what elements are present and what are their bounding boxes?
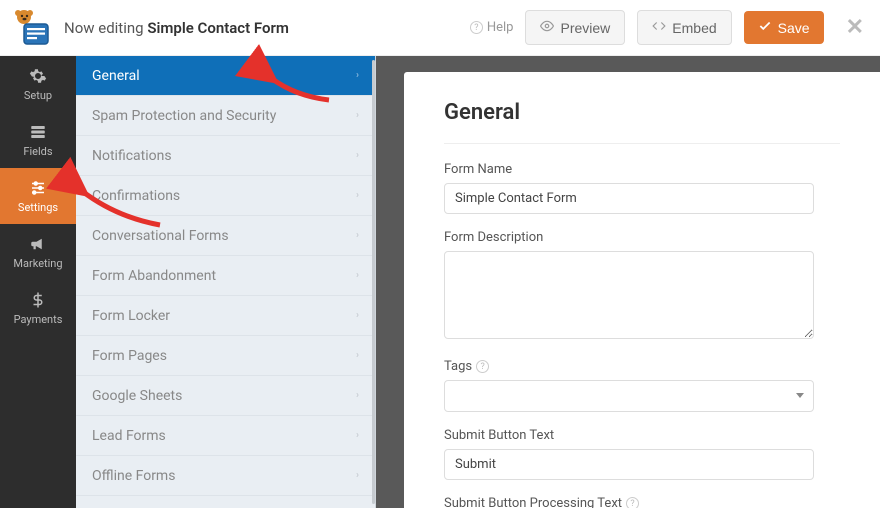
code-icon bbox=[652, 19, 666, 36]
chevron-right-icon: › bbox=[356, 110, 359, 121]
chevron-right-icon: › bbox=[356, 230, 359, 241]
save-button[interactable]: Save bbox=[744, 11, 824, 44]
check-icon bbox=[758, 19, 772, 36]
settings-item-form-abandonment[interactable]: Form Abandonment› bbox=[76, 256, 375, 296]
megaphone-icon bbox=[28, 234, 48, 254]
form-name-label: Form Name bbox=[444, 162, 840, 177]
settings-item-confirmations[interactable]: Confirmations› bbox=[76, 176, 375, 216]
settings-panel: General Form Name Form Description Tags?… bbox=[404, 72, 880, 508]
sliders-icon bbox=[28, 178, 48, 198]
help-icon: ? bbox=[470, 21, 483, 34]
help-icon[interactable]: ? bbox=[626, 497, 639, 508]
settings-item-conversational-forms[interactable]: Conversational Forms› bbox=[76, 216, 375, 256]
settings-item-lead-forms[interactable]: Lead Forms› bbox=[76, 416, 375, 456]
help-icon[interactable]: ? bbox=[476, 360, 489, 373]
settings-item-form-pages[interactable]: Form Pages› bbox=[76, 336, 375, 376]
chevron-right-icon: › bbox=[356, 350, 359, 361]
settings-item-general[interactable]: General› bbox=[76, 56, 375, 96]
help-link[interactable]: ? Help bbox=[470, 20, 514, 35]
close-icon[interactable]: ✕ bbox=[846, 15, 864, 40]
chevron-right-icon: › bbox=[356, 270, 359, 281]
sidebar-item-setup[interactable]: Setup bbox=[0, 56, 76, 112]
chevron-right-icon: › bbox=[356, 430, 359, 441]
sidebar: Setup Fields Settings Marketing Payments bbox=[0, 56, 76, 508]
scrollbar[interactable] bbox=[372, 60, 375, 504]
tags-label: Tags? bbox=[444, 359, 840, 374]
sidebar-item-settings[interactable]: Settings bbox=[0, 168, 76, 224]
settings-item-form-locker[interactable]: Form Locker› bbox=[76, 296, 375, 336]
chevron-right-icon: › bbox=[356, 190, 359, 201]
settings-item-offline-forms[interactable]: Offline Forms› bbox=[76, 456, 375, 496]
form-name-input[interactable] bbox=[444, 183, 814, 214]
submit-button-text-label: Submit Button Text bbox=[444, 428, 840, 443]
list-icon bbox=[28, 122, 48, 142]
tags-select[interactable] bbox=[444, 380, 814, 412]
chevron-right-icon: › bbox=[356, 390, 359, 401]
chevron-right-icon: › bbox=[356, 150, 359, 161]
settings-item-google-sheets[interactable]: Google Sheets› bbox=[76, 376, 375, 416]
eye-icon bbox=[540, 19, 554, 36]
form-description-input[interactable] bbox=[444, 251, 814, 339]
settings-item-notifications[interactable]: Notifications› bbox=[76, 136, 375, 176]
panel-title: General bbox=[444, 100, 840, 125]
dollar-icon bbox=[28, 290, 48, 310]
submit-processing-text-label: Submit Button Processing Text? bbox=[444, 496, 840, 508]
editing-label: Now editing Simple Contact Form bbox=[64, 19, 289, 37]
chevron-right-icon: › bbox=[356, 310, 359, 321]
chevron-right-icon: › bbox=[356, 70, 359, 81]
sidebar-item-payments[interactable]: Payments bbox=[0, 280, 76, 336]
sidebar-item-fields[interactable]: Fields bbox=[0, 112, 76, 168]
embed-button[interactable]: Embed bbox=[637, 10, 731, 45]
submit-button-text-input[interactable] bbox=[444, 449, 814, 480]
gear-icon bbox=[28, 66, 48, 86]
wpforms-logo-icon bbox=[8, 6, 52, 50]
chevron-right-icon: › bbox=[356, 470, 359, 481]
form-description-label: Form Description bbox=[444, 230, 840, 245]
sidebar-item-marketing[interactable]: Marketing bbox=[0, 224, 76, 280]
settings-list: General› Spam Protection and Security› N… bbox=[76, 56, 376, 508]
settings-item-spam-protection[interactable]: Spam Protection and Security› bbox=[76, 96, 375, 136]
preview-button[interactable]: Preview bbox=[525, 10, 625, 45]
